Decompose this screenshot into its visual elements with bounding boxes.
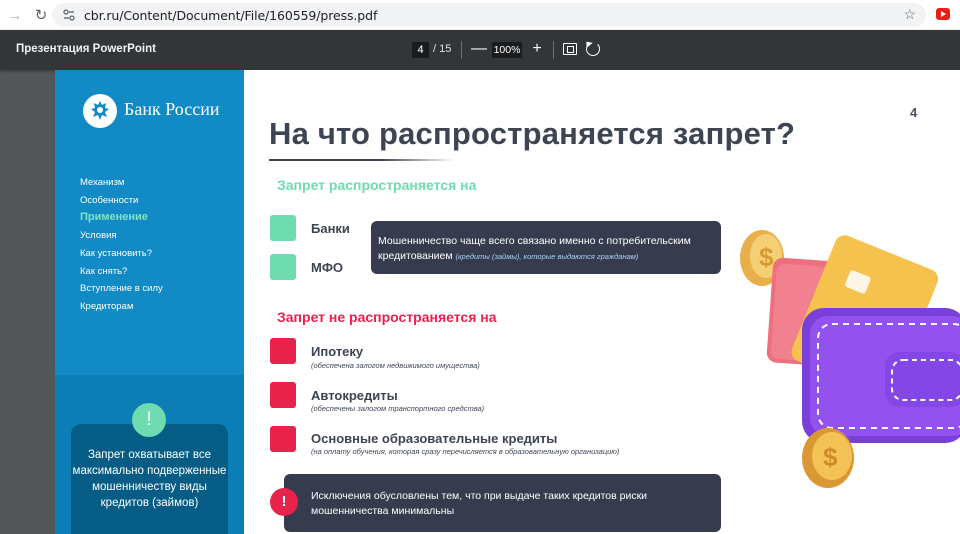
- star-icon[interactable]: ☆: [903, 6, 916, 23]
- nav-item-creditors[interactable]: Кредиторам: [80, 298, 163, 316]
- nav-item-application[interactable]: Применение: [80, 209, 163, 227]
- slide-title: На что распространяется запрет?: [269, 116, 796, 151]
- nav-item-features[interactable]: Особенности: [80, 192, 163, 210]
- browser-toolbar: → ↻ cbr.ru/Content/Document/File/160559/…: [0, 0, 960, 30]
- reload-icon: ↻: [34, 7, 48, 24]
- bank-of-russia-logo-icon: [83, 94, 117, 128]
- nav-item-how-to-set[interactable]: Как установить?: [80, 245, 163, 263]
- page-number-input[interactable]: 4: [412, 42, 429, 58]
- toolbar-divider: [461, 41, 462, 59]
- not-applies-heading: Запрет не распространяется на: [277, 309, 497, 325]
- warning-icon: !: [270, 488, 298, 516]
- not-applies-item-mortgage: Ипотеку: [311, 344, 364, 359]
- nav-item-effective-date[interactable]: Вступление в силу: [80, 280, 163, 298]
- bank-name: Банк России: [124, 99, 220, 119]
- exclamation-icon: !: [132, 403, 166, 437]
- pdf-viewer-toolbar: Презентация PowerPoint 4 / 15 — 100% +: [0, 30, 960, 70]
- document-title: Презентация PowerPoint: [16, 43, 156, 55]
- green-square-icon: [270, 215, 296, 241]
- info-card-text: Запрет охватывает все максимально подвер…: [72, 449, 227, 509]
- site-info-icon[interactable]: [62, 8, 76, 22]
- arrow-left-icon: →: [7, 6, 23, 24]
- not-applies-note-mortgage: (обеспечена залогом недвижимого имуществ…: [311, 361, 480, 370]
- red-square-icon: [270, 426, 296, 452]
- applies-item-banks: Банки: [311, 221, 350, 236]
- green-square-icon: [270, 254, 296, 280]
- nav-item-conditions[interactable]: Условия: [80, 227, 163, 245]
- red-square-icon: [270, 382, 296, 408]
- url-text: cbr.ru/Content/Document/File/160559/pres…: [84, 7, 378, 23]
- address-bar[interactable]: cbr.ru/Content/Document/File/160559/pres…: [52, 3, 926, 27]
- zoom-out-button[interactable]: —: [470, 39, 488, 59]
- fit-page-icon[interactable]: [563, 43, 577, 55]
- title-underline: [269, 159, 454, 161]
- exceptions-callout: Исключения обусловлены тем, что при выда…: [284, 474, 721, 532]
- back-button[interactable]: →: [2, 2, 28, 28]
- applies-heading: Запрет распространяется на: [277, 177, 477, 193]
- not-applies-item-auto: Автокредиты: [311, 388, 398, 403]
- youtube-extension-icon[interactable]: [936, 8, 950, 20]
- toolbar-divider: [553, 41, 554, 59]
- slide-nav-menu: Механизм Особенности Применение Условия …: [80, 174, 163, 316]
- page-total: / 15: [433, 43, 452, 55]
- zoom-level-input[interactable]: 100%: [492, 42, 522, 58]
- red-square-icon: [270, 338, 296, 364]
- zoom-in-button[interactable]: +: [528, 39, 546, 59]
- nav-item-mechanism[interactable]: Механизм: [80, 174, 163, 192]
- consumer-credit-callout: Мошенничество чаще всего связано именно …: [371, 221, 721, 274]
- applies-item-mfo: МФО: [311, 260, 344, 275]
- not-applies-note-auto: (обеспечены залогом транспортного средст…: [311, 404, 485, 413]
- callout-top-note: (кредиты (займы), которые выдаются гражд…: [455, 252, 639, 261]
- slide-number: 4: [910, 105, 918, 120]
- wallet-illustration-icon: $ $: [740, 230, 960, 488]
- not-applies-item-education: Основные образовательные кредиты: [311, 431, 558, 446]
- callout-bottom-text: Исключения обусловлены тем, что при выда…: [311, 490, 648, 517]
- nav-item-how-to-remove[interactable]: Как снять?: [80, 263, 163, 281]
- pdf-page: Банк России Механизм Особенности Примене…: [55, 70, 960, 534]
- svg-text:$: $: [759, 242, 774, 272]
- callout-top-content: Мошенничество чаще всего связано именно …: [378, 234, 718, 264]
- reload-button[interactable]: ↻: [28, 2, 54, 28]
- svg-text:$: $: [823, 442, 838, 472]
- rotate-icon[interactable]: [586, 42, 600, 56]
- not-applies-note-education: (на оплату обучения, которая сразу переч…: [311, 447, 620, 456]
